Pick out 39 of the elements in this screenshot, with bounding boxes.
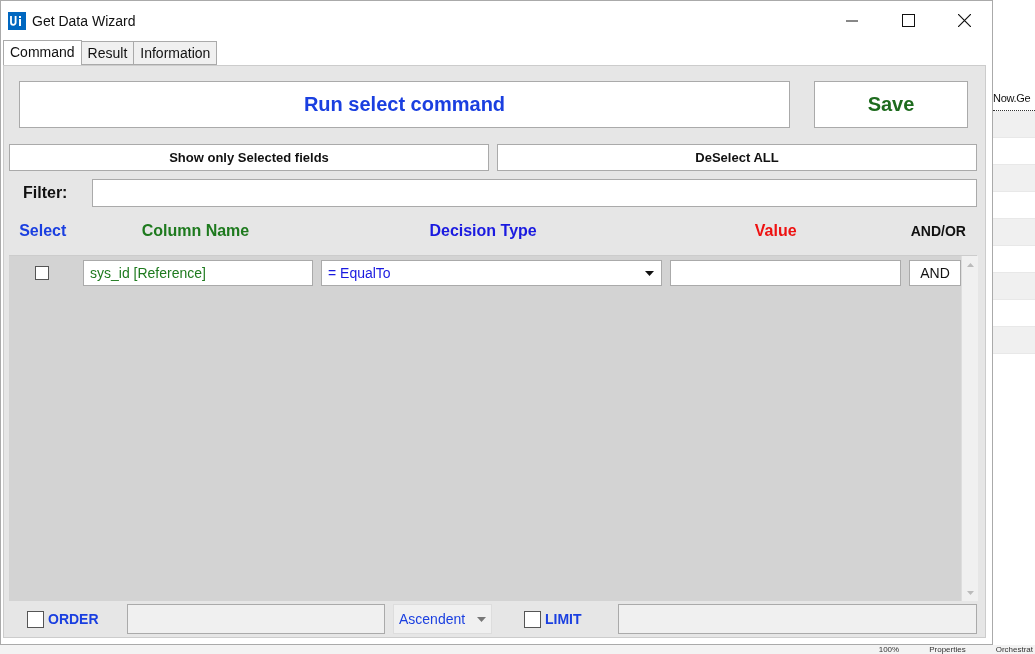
background-row [993,111,1035,138]
column-name-field[interactable]: sys_id [Reference] [83,260,313,286]
value-field[interactable] [670,260,901,286]
background-row [993,327,1035,354]
show-selected-button[interactable]: Show only Selected fields [9,144,489,171]
column-header: Decision Type [428,222,538,240]
tab[interactable]: Information [133,41,218,65]
background-row [993,165,1035,192]
run-command-button[interactable]: Run select command [19,81,790,128]
tab[interactable]: Command [3,40,82,65]
status-item: Orchestrat [995,645,1033,654]
filter-field[interactable] [92,179,977,207]
status-item: 100% [878,645,900,654]
scrollbar[interactable] [961,256,978,601]
column-header: Column Name [140,222,251,240]
app-logo-icon [8,11,26,30]
deselect-all-button[interactable]: DeSelect ALL [497,144,977,171]
direction-dropdown[interactable]: Ascendent [393,604,492,634]
filter-label: Filter: [22,184,69,202]
checkbox[interactable] [35,266,49,280]
checkbox[interactable] [27,610,44,628]
column-header: Select [18,222,68,240]
save-button[interactable]: Save [814,81,968,128]
caret-icon [645,270,654,276]
column-header: Value [753,222,798,240]
limit-label: LIMIT [545,611,582,627]
decision-type-dropdown[interactable]: = EqualTo [321,260,662,286]
window-title: Get Data Wizard [32,12,136,29]
checkbox[interactable] [524,610,541,628]
and-or-button[interactable]: AND [909,260,961,286]
order-field[interactable] [127,604,385,634]
caret-icon [477,616,486,622]
order-label: ORDER [48,611,99,627]
limit-field[interactable] [618,604,977,634]
column-header: AND/OR [909,223,967,239]
status-item: Properties [929,645,966,654]
background-row [993,219,1035,246]
background-row [993,273,1035,300]
tab[interactable]: Result [80,41,135,65]
